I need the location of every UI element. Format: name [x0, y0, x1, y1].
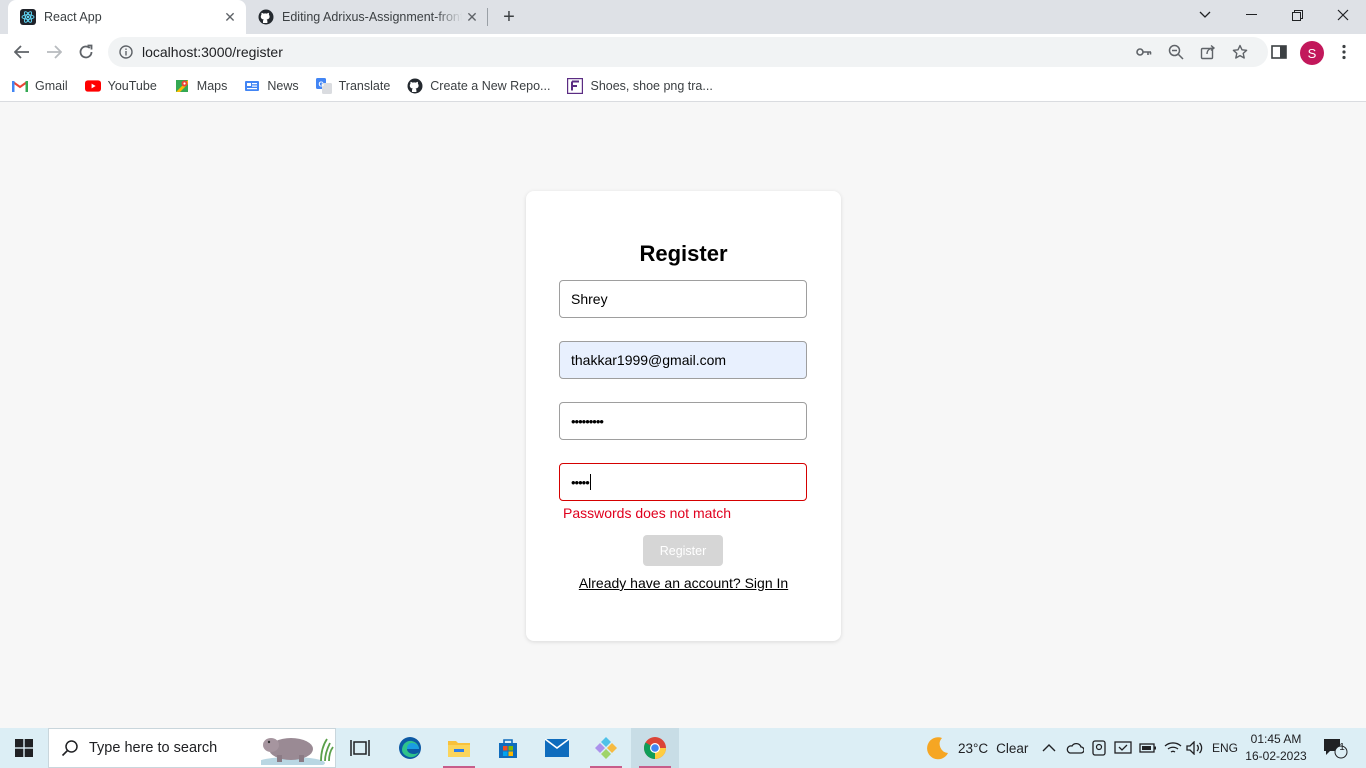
- show-hidden-icons-chevron-icon[interactable]: [1042, 728, 1056, 768]
- display-icon[interactable]: [1114, 728, 1132, 768]
- search-icon: [61, 739, 79, 757]
- email-input[interactable]: thakkar1999@gmail.com: [559, 341, 807, 379]
- clock[interactable]: 01:45 AM 16-02-2023: [1242, 731, 1310, 765]
- bookmark-maps[interactable]: Maps: [174, 78, 227, 94]
- dev-tool-icon[interactable]: [582, 728, 630, 768]
- bookmark-gmail[interactable]: Gmail: [12, 78, 68, 94]
- bookmark-f-icon: [567, 77, 584, 94]
- url-text: localhost:3000/register: [142, 44, 283, 60]
- tab-strip: React App ✕ Editing Adrixus-Assignment-f…: [0, 0, 1366, 34]
- task-view-icon[interactable]: [336, 728, 384, 768]
- tab-title: Editing Adrixus-Assignment-front: [282, 10, 462, 24]
- close-tab-icon[interactable]: ✕: [220, 7, 240, 27]
- register-button[interactable]: Register: [643, 535, 723, 566]
- mail-icon[interactable]: [533, 728, 581, 768]
- minimize-button[interactable]: [1228, 0, 1274, 30]
- sign-in-link[interactable]: Already have an account? Sign In: [526, 575, 841, 591]
- bookmark-shoes[interactable]: Shoes, shoe png tra...: [567, 77, 713, 94]
- zoom-icon[interactable]: [1167, 43, 1185, 61]
- confirm-password-input[interactable]: •••••: [559, 463, 807, 501]
- svg-text:G: G: [318, 81, 324, 88]
- password-mismatch-error: Passwords does not match: [563, 505, 732, 521]
- bookmark-youtube[interactable]: YouTube: [84, 78, 157, 94]
- address-bar[interactable]: localhost:3000/register: [108, 37, 1268, 67]
- name-input[interactable]: Shrey: [559, 280, 807, 318]
- youtube-icon: [84, 78, 101, 94]
- tab-github-edit[interactable]: Editing Adrixus-Assignment-front ✕: [246, 0, 488, 34]
- github-icon: [407, 78, 423, 94]
- react-icon: [20, 9, 36, 25]
- notification-count: 1: [1339, 742, 1345, 753]
- weather-widget[interactable]: 23°C Clear: [926, 728, 1028, 768]
- chrome-icon[interactable]: [631, 728, 679, 768]
- notification-center-icon[interactable]: 1: [1322, 728, 1348, 768]
- bookmark-github-repo[interactable]: Create a New Repo...: [407, 78, 550, 94]
- tab-search-icon[interactable]: [1182, 0, 1228, 30]
- onedrive-icon[interactable]: [1066, 728, 1084, 768]
- gmail-icon: [12, 78, 28, 94]
- close-tab-icon[interactable]: ✕: [462, 7, 482, 27]
- back-button[interactable]: [8, 38, 36, 66]
- meet-now-icon[interactable]: [1092, 728, 1106, 768]
- password-input[interactable]: •••••••••: [559, 402, 807, 440]
- browser-toolbar: localhost:3000/register: [0, 34, 1366, 70]
- forward-button[interactable]: [40, 38, 68, 66]
- file-explorer-icon[interactable]: [435, 728, 483, 768]
- tab-react-app[interactable]: React App ✕: [8, 0, 246, 34]
- bookmarks-bar: Gmail YouTube Maps News G Translate Crea…: [0, 70, 1366, 102]
- edge-icon[interactable]: [386, 728, 434, 768]
- wifi-icon[interactable]: [1164, 728, 1182, 768]
- side-panel-icon[interactable]: [1270, 43, 1288, 61]
- menu-kebab-icon[interactable]: [1335, 43, 1353, 61]
- page-title: Register: [639, 241, 728, 266]
- register-card: Register Shrey thakkar1999@gmail.com •••…: [526, 191, 841, 641]
- input-language[interactable]: ENG: [1212, 728, 1238, 768]
- bookmark-news[interactable]: News: [244, 78, 299, 94]
- bookmark-translate[interactable]: G Translate: [315, 77, 390, 94]
- profile-avatar[interactable]: S: [1300, 41, 1324, 65]
- text-caret: [589, 474, 591, 490]
- taskbar-search-box[interactable]: Type here to search: [48, 728, 336, 768]
- translate-icon: G: [315, 77, 332, 94]
- share-icon[interactable]: [1199, 43, 1217, 61]
- restore-button[interactable]: [1274, 0, 1320, 30]
- bookmark-star-icon[interactable]: [1231, 43, 1249, 61]
- news-icon: [244, 78, 260, 94]
- search-highlight-hippo-icon: [257, 733, 335, 768]
- site-info-icon[interactable]: [118, 44, 134, 60]
- taskbar: Type here to search 23°C Clear ENG 01:45…: [0, 728, 1366, 768]
- tab-divider: [487, 8, 488, 26]
- moon-weather-icon: [926, 736, 950, 760]
- reload-button[interactable]: [72, 38, 100, 66]
- tab-title: React App: [44, 10, 102, 24]
- key-icon[interactable]: [1135, 43, 1153, 61]
- windows-start-icon[interactable]: [0, 728, 48, 768]
- github-icon: [258, 9, 274, 25]
- new-tab-button[interactable]: +: [498, 6, 520, 28]
- battery-icon[interactable]: [1139, 728, 1157, 768]
- close-window-button[interactable]: [1320, 0, 1366, 30]
- microsoft-store-icon[interactable]: [484, 728, 532, 768]
- volume-icon[interactable]: [1186, 728, 1204, 768]
- maps-icon: [174, 78, 190, 94]
